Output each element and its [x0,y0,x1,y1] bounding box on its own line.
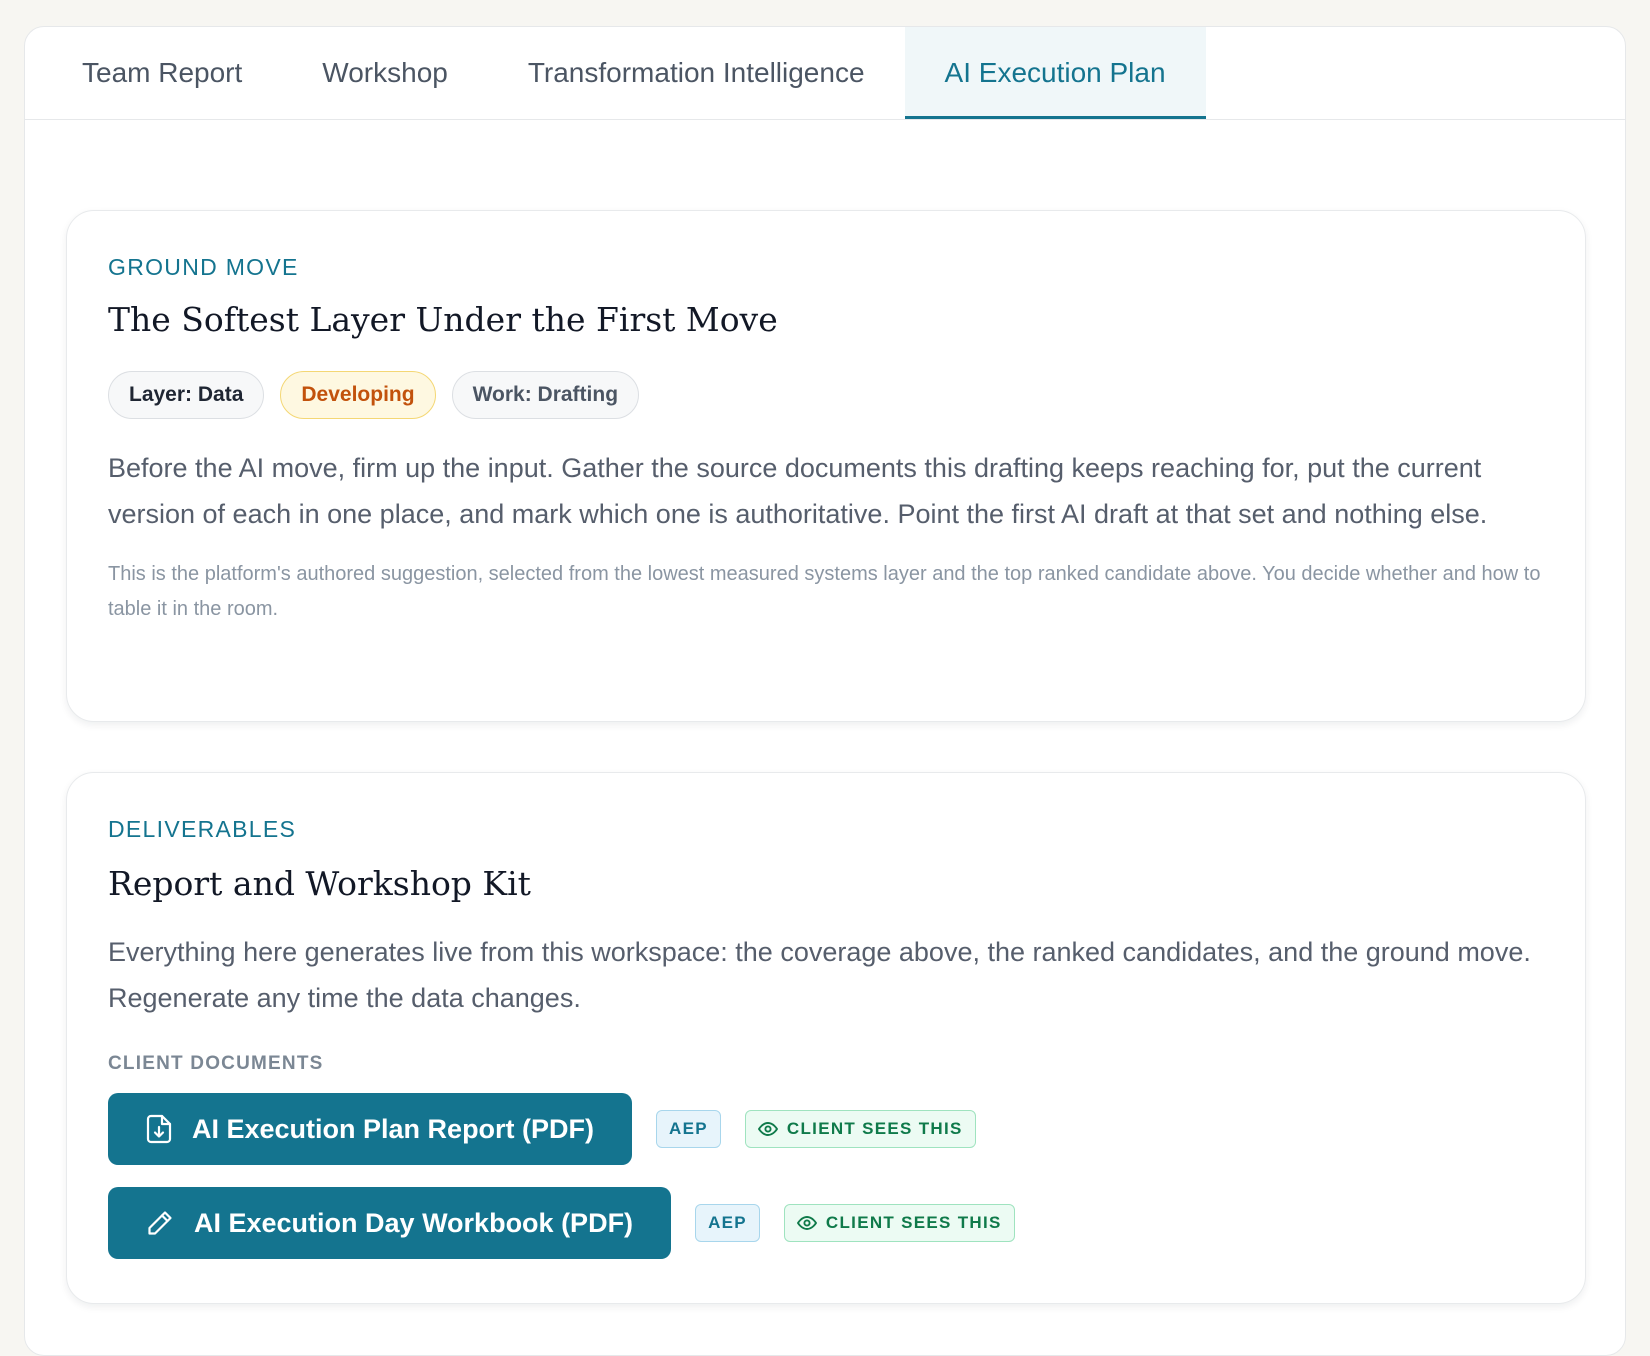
tab-team-report[interactable]: Team Report [42,27,282,119]
ground-move-note: This is the platform's authored suggesti… [108,563,1541,620]
deliverables-eyebrow: DELIVERABLES [108,816,297,842]
ground-move-pills: Layer: Data Developing Work: Drafting [108,371,1544,419]
document-row: AI Execution Plan Report (PDF) AEP CLIEN… [108,1093,1544,1165]
eye-icon [757,1122,778,1136]
download-workbook-button[interactable]: AI Execution Day Workbook (PDF) [108,1187,672,1259]
tab-ai-execution-plan[interactable]: AI Execution Plan [904,27,1206,119]
pencil-icon [148,1211,172,1235]
tab-bar: Team Report Workshop Transformation Inte… [25,27,1625,120]
ground-move-title: The Softest Layer Under the First Move [108,300,778,339]
main-panel: Team Report Workshop Transformation Inte… [24,26,1626,1356]
deliverables-title: Report and Workshop Kit [108,864,531,903]
tab-transformation-intelligence[interactable]: Transformation Intelligence [488,27,905,119]
document-row: AI Execution Day Workbook (PDF) AEP CLIE… [108,1187,1544,1259]
aep-badge: AEP [656,1110,721,1148]
download-workbook-label: AI Execution Day Workbook (PDF) [194,1207,634,1238]
tab-workshop[interactable]: Workshop [282,27,488,119]
deliverables-description: Everything here generates live from this… [108,937,1531,1013]
download-report-button[interactable]: AI Execution Plan Report (PDF) [108,1093,633,1165]
ground-move-description: Before the AI move, firm up the input. G… [108,453,1488,529]
aep-badge: AEP [695,1204,760,1242]
client-visibility-label: CLIENT SEES THIS [825,1213,1002,1232]
download-report-label: AI Execution Plan Report (PDF) [192,1113,595,1144]
layer-pill: Layer: Data [108,371,265,419]
client-visibility-badge: CLIENT SEES THIS [744,1110,976,1148]
deliverables-card: DELIVERABLES Report and Workshop Kit Eve… [66,772,1586,1304]
file-download-icon [146,1114,172,1144]
ground-move-card: GROUND MOVE The Softest Layer Under the … [66,210,1586,722]
eye-icon [796,1216,817,1230]
status-pill: Developing [280,371,436,419]
client-visibility-label: CLIENT SEES THIS [786,1119,963,1138]
client-visibility-badge: CLIENT SEES THIS [783,1204,1015,1242]
ground-move-eyebrow: GROUND MOVE [108,254,299,280]
work-pill: Work: Drafting [451,371,640,419]
client-documents-label: CLIENT DOCUMENTS [108,1053,324,1074]
